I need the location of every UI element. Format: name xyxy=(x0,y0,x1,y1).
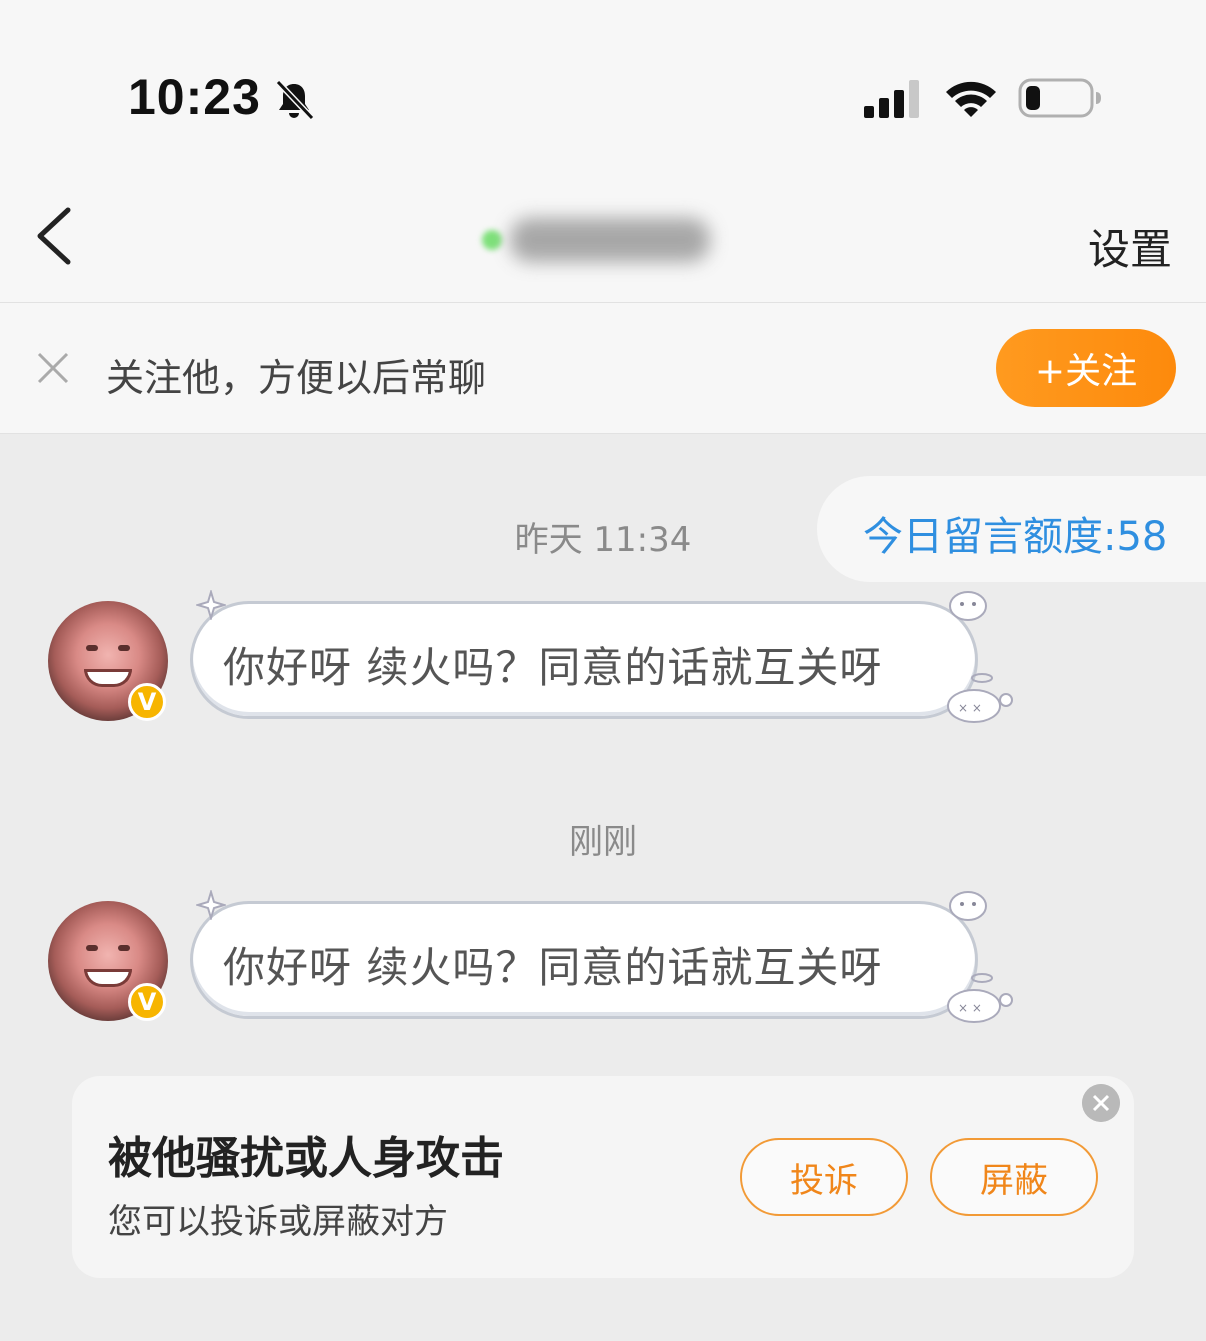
verified-badge-icon: V xyxy=(128,983,166,1021)
blurred-username xyxy=(510,218,710,262)
battery-icon xyxy=(1018,78,1101,118)
report-title: 被他骚扰或人身攻击 xyxy=(108,1133,504,1184)
complain-button[interactable]: 投诉 xyxy=(740,1138,908,1216)
svg-text:× ×: × × xyxy=(958,1001,982,1015)
status-time: 10:23 xyxy=(128,69,261,125)
message-timestamp: 刚刚 xyxy=(569,822,637,862)
avatar-smile xyxy=(84,969,132,987)
avatar-eye xyxy=(86,945,98,951)
sparkle-icon xyxy=(196,590,226,620)
online-status-dot xyxy=(482,230,502,250)
avatar-eye xyxy=(118,645,130,651)
follow-tip-text: 关注他，方便以后常聊 xyxy=(106,356,487,400)
bell-muted-icon xyxy=(275,79,315,121)
follow-prompt-bar: 关注他，方便以后常聊 +关注 xyxy=(0,303,1206,434)
back-arrow-icon[interactable] xyxy=(30,204,80,268)
settings-button[interactable]: 设置 xyxy=(1088,216,1172,277)
message-text: 你好呀 续火吗？同意的话就互关呀 xyxy=(223,643,883,692)
status-bar: 10:23 xyxy=(0,0,1206,180)
cute-cat-sticker-icon xyxy=(949,891,987,921)
message-bubble[interactable]: 你好呀 续火吗？同意的话就互关呀 xyxy=(190,901,978,1019)
svg-text:× ×: × × xyxy=(958,701,982,715)
avatar-eye xyxy=(86,645,98,651)
block-button[interactable]: 屏蔽 xyxy=(930,1138,1098,1216)
cellular-signal-icon xyxy=(864,80,919,118)
verified-badge-icon: V xyxy=(128,683,166,721)
follow-button[interactable]: +关注 xyxy=(996,329,1176,407)
avatar-eye xyxy=(118,945,130,951)
message-bubble[interactable]: 你好呀 续火吗？同意的话就互关呀 xyxy=(190,601,978,719)
harassment-report-card: 被他骚扰或人身攻击 您可以投诉或屏蔽对方 投诉 屏蔽 xyxy=(72,1076,1134,1278)
nav-bar: 设置 xyxy=(0,180,1206,303)
message-text: 你好呀 续火吗？同意的话就互关呀 xyxy=(223,943,883,992)
message-timestamp: 昨天 11:34 xyxy=(514,520,692,560)
chat-contact-name-blurred xyxy=(470,208,730,272)
sparkle-icon xyxy=(196,890,226,920)
close-icon[interactable] xyxy=(1082,1084,1120,1122)
sleepy-cat-sticker-icon: × × xyxy=(947,673,1013,723)
avatar[interactable]: V xyxy=(48,601,168,721)
avatar-smile xyxy=(84,669,132,687)
avatar[interactable]: V xyxy=(48,901,168,1021)
sleepy-cat-sticker-icon: × × xyxy=(947,973,1013,1023)
wifi-icon xyxy=(946,81,996,117)
cute-cat-sticker-icon xyxy=(949,591,987,621)
report-subtitle: 您可以投诉或屏蔽对方 xyxy=(108,1202,448,1242)
close-icon[interactable] xyxy=(36,351,70,385)
